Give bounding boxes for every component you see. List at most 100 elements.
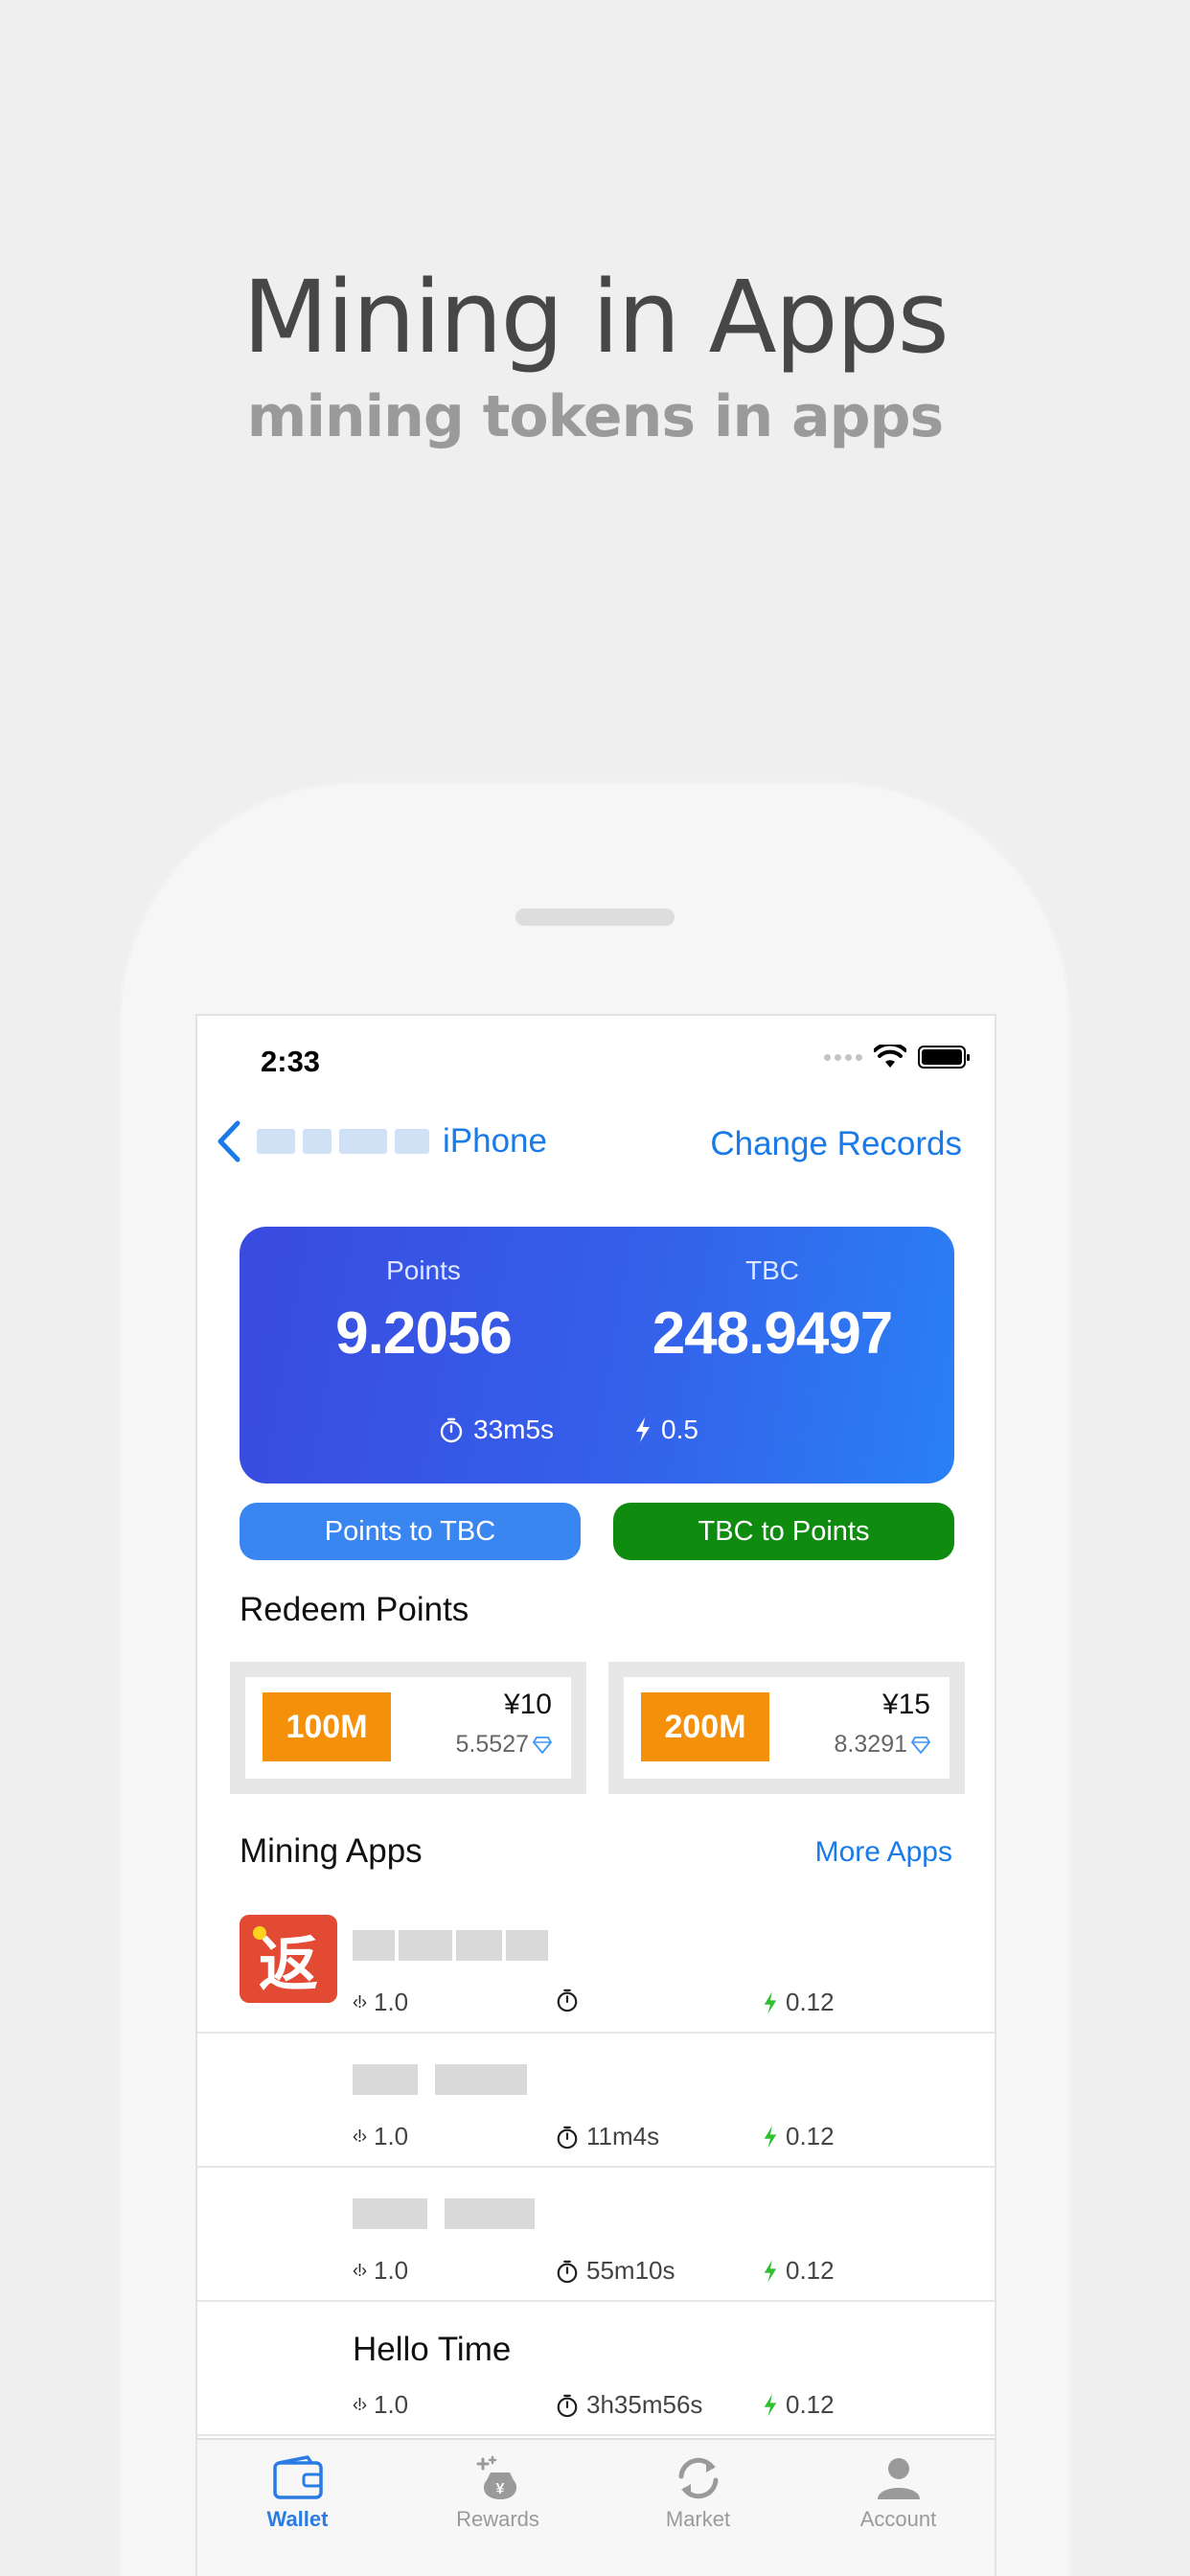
app-mining-rate: 0.12 [763, 2122, 835, 2151]
rewards-icon: ¥ [476, 2455, 516, 2499]
redeem-tag: 100M [263, 1692, 391, 1761]
tab-bar: Wallet ¥ Rewards Market Account [197, 2438, 995, 2576]
wallet-icon [272, 2455, 323, 2499]
lightning-icon [764, 2125, 777, 2149]
blurred-app-name [353, 1930, 548, 1961]
tab-wallet[interactable]: Wallet [197, 2440, 398, 2576]
app-mining-time-value: 11m4s [586, 2122, 660, 2150]
points-to-tbc-button[interactable]: Points to TBC [240, 1503, 581, 1560]
app-mining-time [556, 1988, 586, 2012]
mining-timer: 33m5s [439, 1414, 554, 1445]
tbc-to-points-button[interactable]: TBC to Points [613, 1503, 954, 1560]
cellular-signal-icon [824, 1053, 862, 1061]
tab-label: Account [859, 2507, 937, 2531]
mining-app-row[interactable]: ‹!› 1.0 11m4s 0.12 [197, 2034, 995, 2168]
diamond-icon [533, 1736, 552, 1754]
app-mining-rate: 0.12 [763, 1988, 835, 2017]
stopwatch-icon [557, 2126, 578, 2149]
more-apps-link[interactable]: More Apps [815, 1836, 952, 1869]
tbc-label: TBC [745, 1255, 799, 1285]
redeem-item-100m[interactable]: 100M ¥10 5.5527 [230, 1662, 586, 1794]
change-records-button[interactable]: Change Records [710, 1125, 962, 1163]
redeem-item-200m[interactable]: 200M ¥15 8.3291 [608, 1662, 965, 1794]
app-logo-icon: 返 [240, 1915, 337, 2003]
account-icon [877, 2458, 920, 2499]
wallet-balance-card: Points 9.2056 TBC 248.9497 33m5s 0.5 [240, 1227, 954, 1484]
code-icon: ‹!› [353, 1992, 367, 2012]
app-mining-time-value: 3h35m56s [586, 2390, 703, 2419]
stopwatch-icon [557, 1989, 578, 2012]
app-mining-rate-value: 0.12 [786, 2122, 835, 2150]
app-mining-time: 11m4s [556, 2122, 659, 2151]
code-icon: ‹!› [353, 2261, 367, 2280]
market-icon [678, 2457, 718, 2499]
mining-apps-title: Mining Apps [240, 1832, 423, 1870]
app-version-value: 1.0 [374, 1988, 409, 2016]
redeem-tbc: 8.3291 [835, 1731, 930, 1759]
mining-rate-value: 0.5 [661, 1414, 698, 1444]
app-mining-time: 3h35m56s [556, 2390, 702, 2420]
phone-speaker [515, 908, 675, 926]
app-mining-time: 55m10s [556, 2256, 675, 2286]
redeem-tbc-value: 5.5527 [455, 1731, 529, 1758]
back-button[interactable]: iPhone [215, 1119, 547, 1163]
app-mining-rate-value: 0.12 [786, 2256, 835, 2285]
blurred-app-name [353, 2064, 527, 2095]
tbc-value: 248.9497 [652, 1300, 894, 1367]
app-mining-rate-value: 0.12 [786, 1988, 835, 2016]
app-mining-rate: 0.12 [763, 2256, 835, 2286]
app-mining-time-value: 55m10s [586, 2256, 675, 2285]
mining-app-row[interactable]: ‹!› 1.0 55m10s 0.12 [197, 2168, 995, 2302]
redeem-points-title: Redeem Points [240, 1591, 469, 1628]
app-version: ‹!› 1.0 [353, 2256, 408, 2286]
status-icons [824, 1045, 970, 1070]
redeem-tbc-value: 8.3291 [834, 1731, 907, 1758]
app-mining-rate-value: 0.12 [786, 2390, 835, 2419]
points-value: 9.2056 [335, 1300, 513, 1367]
promo-headline: Mining in Apps [242, 259, 950, 376]
app-version: ‹!› 1.0 [353, 2122, 408, 2151]
battery-icon [918, 1046, 970, 1069]
lightning-icon [764, 1990, 777, 2014]
app-name: Hello Time [353, 2331, 512, 2368]
stopwatch-icon [440, 1417, 463, 1443]
stopwatch-icon [557, 2260, 578, 2283]
promo-subheadline: mining tokens in apps [246, 383, 944, 450]
mining-app-row[interactable]: Hello Time ‹!› 1.0 3h35m56s 0.12 [197, 2302, 995, 2436]
chevron-left-icon [217, 1120, 240, 1162]
app-version-value: 1.0 [374, 2390, 409, 2419]
code-icon: ‹!› [353, 2395, 367, 2414]
tab-label: Wallet [266, 2507, 329, 2531]
tab-label: Market [665, 2507, 731, 2531]
code-icon: ‹!› [353, 2127, 367, 2146]
phone-screen: 2:33 iPhone Change Records Points 9.2056… [195, 1014, 996, 2576]
mining-rate: 0.5 [634, 1414, 698, 1445]
app-version: ‹!› 1.0 [353, 1988, 408, 2017]
redeem-tbc: 5.5527 [456, 1731, 552, 1759]
tbc-balance: TBC 248.9497 [629, 1255, 916, 1368]
status-time: 2:33 [261, 1045, 321, 1078]
wifi-icon [874, 1045, 906, 1068]
tab-market[interactable]: Market [598, 2440, 798, 2576]
blurred-app-name [353, 2198, 535, 2229]
lightning-icon [636, 1417, 650, 1442]
redeem-price: ¥10 [503, 1689, 552, 1720]
diamond-icon [911, 1736, 930, 1754]
tab-account[interactable]: Account [798, 2440, 995, 2576]
points-label: Points [386, 1255, 461, 1285]
mining-app-row[interactable]: 返 ‹!› 1.0 0.12 [197, 1899, 995, 2034]
tab-rewards[interactable]: ¥ Rewards [398, 2440, 598, 2576]
stopwatch-icon [557, 2394, 578, 2417]
svg-text:¥: ¥ [495, 2481, 504, 2497]
redeem-tag: 200M [641, 1692, 769, 1761]
app-version-value: 1.0 [374, 2122, 409, 2150]
app-version-value: 1.0 [374, 2256, 409, 2285]
tab-label: Rewards [456, 2507, 539, 2531]
app-mining-rate: 0.12 [763, 2390, 835, 2420]
lightning-icon [764, 2259, 777, 2283]
lightning-icon [764, 2393, 777, 2417]
app-version: ‹!› 1.0 [353, 2390, 408, 2420]
points-balance: Points 9.2056 [280, 1255, 567, 1368]
back-label: iPhone [443, 1122, 547, 1160]
blurred-device-name [257, 1129, 429, 1154]
